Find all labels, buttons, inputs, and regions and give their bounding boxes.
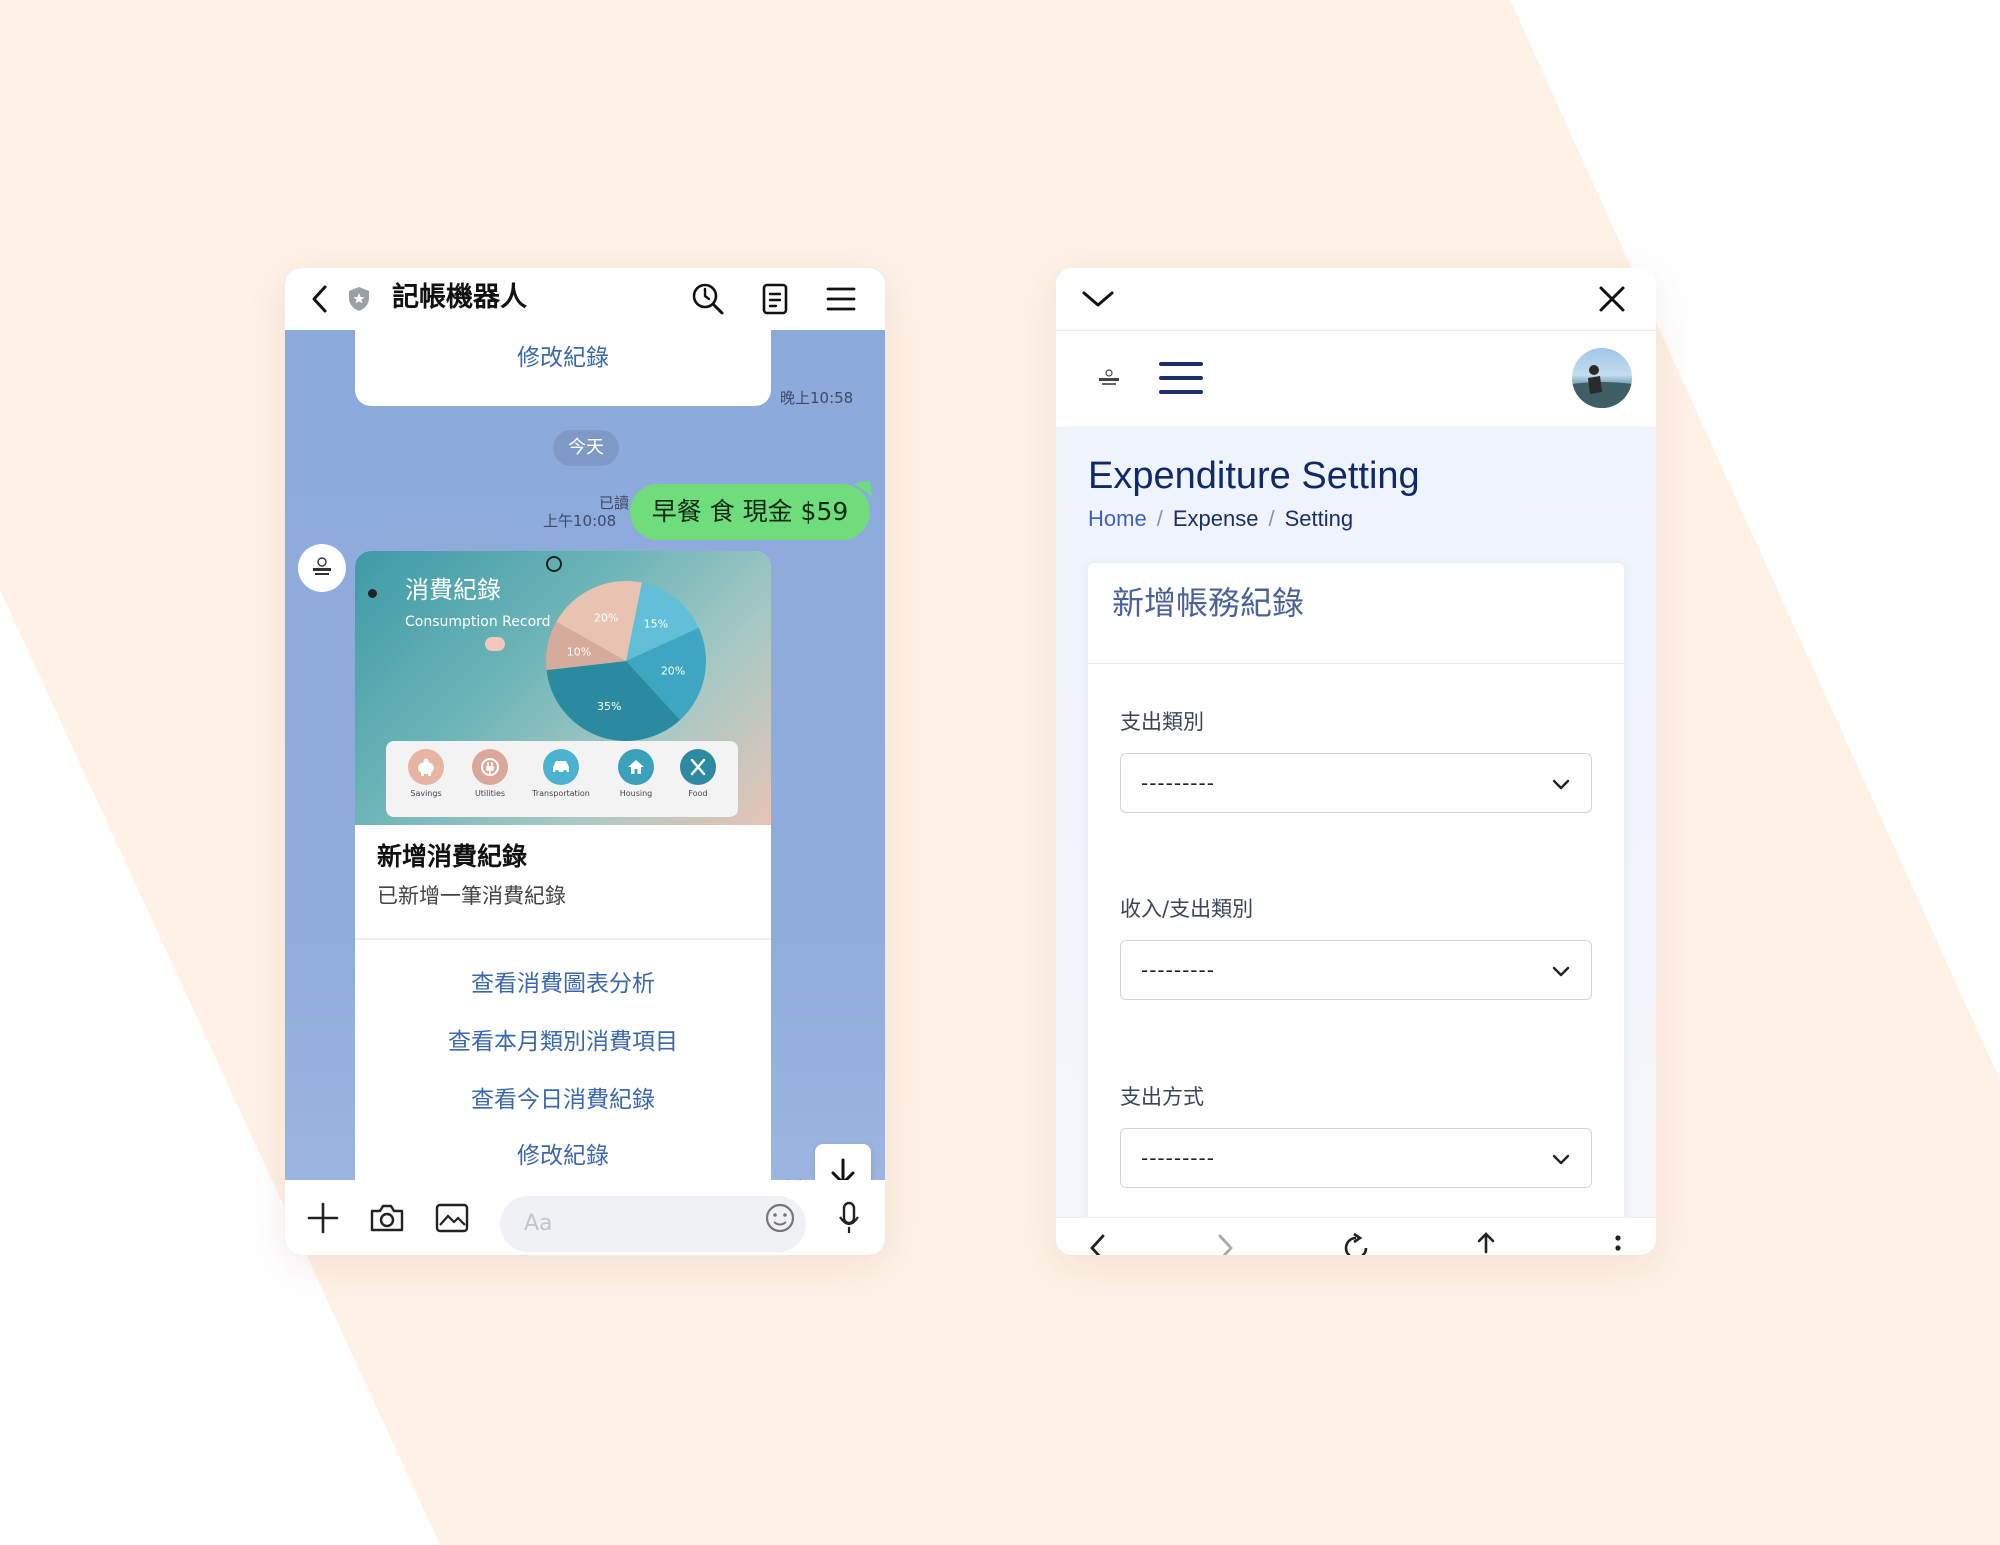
chevron-down-icon [1552, 1154, 1570, 1165]
camera-icon[interactable] [367, 1198, 407, 1238]
chat-input-bar: Aa [285, 1180, 885, 1255]
site-logo[interactable] [1096, 367, 1122, 389]
category-label: Utilities [474, 789, 506, 798]
car-icon [543, 749, 579, 785]
edit-record-link[interactable]: 修改紀錄 [355, 1141, 771, 1171]
menu-icon[interactable] [818, 276, 864, 322]
chevron-down-icon [1552, 779, 1570, 790]
field-label: 支出類別 [1120, 710, 1204, 734]
category-food: Food [663, 749, 733, 799]
browser-window: Expenditure Setting Home / Expense / Setting… [1056, 268, 1656, 1255]
message-timestamp: 晚上10:58 [780, 389, 854, 407]
category-strip: Savings Utilities Transportation Housing… [386, 741, 738, 817]
form-card-title: 新增帳務紀錄 [1112, 584, 1305, 622]
utensils-icon [680, 749, 716, 785]
chat-message-list[interactable]: 修改紀錄 晚上10:58 今天 已讀 上午10:08 早餐 食 現金 $59 消… [285, 330, 885, 1180]
pie-slice-label: 20% [661, 665, 685, 678]
divider [355, 938, 771, 940]
card-hero-image: 消費紀錄 Consumption Record 15% 20% 35% 10% 20% … [355, 551, 771, 825]
browser-bottom-bar [1056, 1217, 1656, 1255]
chevron-left-icon[interactable] [297, 276, 343, 322]
share-icon[interactable] [1464, 1226, 1508, 1255]
ring-icon [546, 556, 562, 572]
previous-bot-card: 修改紀錄 [355, 330, 771, 406]
page-content[interactable]: Expenditure Setting Home / Expense / Setting… [1056, 427, 1656, 1243]
hero-title: 消費紀錄 [405, 576, 501, 604]
reload-icon[interactable] [1334, 1226, 1378, 1255]
avatar[interactable] [1572, 348, 1632, 408]
category-utilities: Utilities [455, 749, 525, 799]
close-icon[interactable] [1588, 275, 1636, 323]
payment-method-select[interactable]: --------- [1120, 1128, 1592, 1188]
house-icon [618, 749, 654, 785]
category-label: Housing [619, 789, 653, 798]
view-monthly-category-link[interactable]: 查看本月類別消費項目 [355, 1027, 771, 1057]
bot-consumption-card: 消費紀錄 Consumption Record 15% 20% 35% 10% 20% … [355, 551, 771, 1180]
message-timestamp: 上午10:08 [543, 512, 617, 530]
category-housing: Housing [601, 749, 671, 799]
page-title: Expenditure Setting [1088, 455, 1420, 497]
image-icon[interactable] [432, 1198, 472, 1238]
income-expense-type-select[interactable]: --------- [1120, 940, 1592, 1000]
back-icon[interactable] [1076, 1226, 1120, 1255]
breadcrumb: Home / Expense / Setting [1088, 505, 1353, 533]
select-value: --------- [1141, 771, 1215, 795]
breadcrumb-expense-link[interactable]: Expense [1173, 506, 1259, 531]
category-savings: Savings [391, 749, 461, 799]
scroll-to-bottom-button[interactable] [815, 1144, 871, 1180]
card-description: 已新增一筆消費紀錄 [377, 884, 566, 908]
date-divider: 今天 [553, 430, 619, 466]
breadcrumb-separator: / [1268, 506, 1275, 531]
pie-slice-label: 35% [597, 700, 621, 713]
chevron-down-icon [1552, 966, 1570, 977]
more-icon[interactable] [1596, 1226, 1640, 1255]
plug-icon [472, 749, 508, 785]
select-value: --------- [1141, 958, 1215, 982]
chevron-down-icon[interactable] [1074, 275, 1122, 323]
pie-slice-label: 10% [567, 645, 591, 658]
field-label: 支出方式 [1120, 1085, 1204, 1109]
breadcrumb-separator: / [1156, 506, 1163, 531]
piggy-bank-icon [408, 749, 444, 785]
card-title: 新增消費紀錄 [377, 842, 528, 871]
cloud-decoration [485, 637, 505, 651]
pie-slice-label: 15% [644, 617, 668, 630]
select-value: --------- [1141, 1146, 1215, 1170]
category-label: Savings [410, 789, 442, 798]
hero-subtitle: Consumption Record [405, 614, 551, 630]
chat-header: 記帳機器人 [285, 268, 885, 330]
search-icon[interactable] [685, 276, 731, 322]
site-navbar [1056, 331, 1656, 426]
breadcrumb-home-link[interactable]: Home [1088, 506, 1147, 531]
field-label: 收入/支出類別 [1120, 897, 1254, 921]
shield-badge-icon [346, 276, 372, 322]
user-message-bubble[interactable]: 早餐 食 現金 $59 [630, 484, 870, 540]
arrow-down-icon [831, 1158, 855, 1180]
divider [1088, 663, 1624, 664]
bullet-dot [368, 589, 377, 598]
add-record-form-card: 新增帳務紀錄 支出類別 --------- 收入/支出類別 --------- … [1088, 563, 1624, 1243]
chat-app-window: 記帳機器人 修改紀錄 晚上10:58 今天 已讀 上午10:08 早餐 食 現金… [285, 268, 885, 1255]
forward-icon[interactable] [1203, 1226, 1247, 1255]
pie-chart: 15% 20% 35% 10% 20% [546, 581, 706, 741]
read-status: 已讀 [598, 494, 629, 512]
breadcrumb-current: Setting [1284, 506, 1354, 531]
emoji-icon[interactable] [760, 1198, 800, 1238]
pie-slice-label: 20% [594, 611, 618, 624]
notes-icon[interactable] [752, 276, 798, 322]
view-today-records-link[interactable]: 查看今日消費紀錄 [355, 1085, 771, 1115]
edit-record-link[interactable]: 修改紀錄 [355, 343, 771, 373]
expense-category-select[interactable]: --------- [1120, 753, 1592, 813]
browser-top-bar [1056, 268, 1656, 331]
hamburger-menu-icon[interactable] [1159, 358, 1203, 398]
view-chart-analysis-link[interactable]: 查看消費圖表分析 [355, 969, 771, 999]
chat-title: 記帳機器人 [392, 282, 527, 313]
bot-avatar[interactable] [298, 544, 346, 592]
category-label: Food [688, 789, 708, 798]
category-transportation: Transportation [526, 749, 596, 799]
microphone-icon[interactable] [829, 1198, 869, 1238]
plus-icon[interactable] [303, 1198, 343, 1238]
category-label: Transportation [532, 789, 590, 798]
